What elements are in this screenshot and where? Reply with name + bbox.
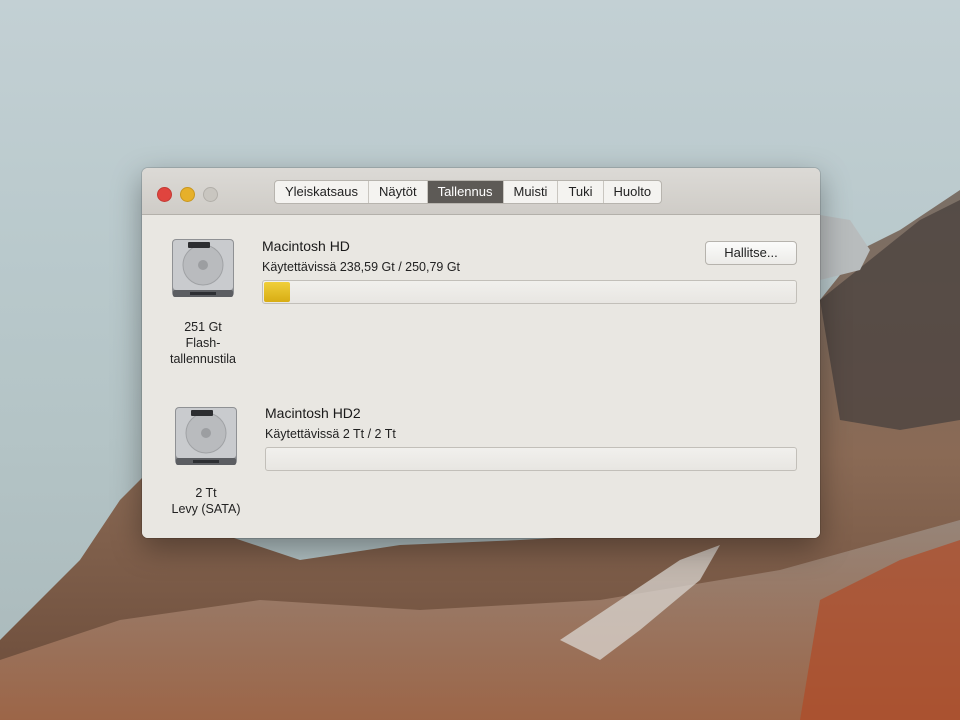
tab-bar: Yleiskatsaus Näytöt Tallennus Muisti Tuk… [274,180,663,204]
manage-button[interactable]: Hallitse... [705,241,797,265]
tab-memory[interactable]: Muisti [504,181,559,203]
tab-overview[interactable]: Yleiskatsaus [275,181,369,203]
storage-usage-bar [262,280,797,304]
drive-capacity-label: 251 Gt [184,320,222,334]
window-titlebar[interactable]: Yleiskatsaus Näytöt Tallennus Muisti Tuk… [142,168,820,215]
tab-displays[interactable]: Näytöt [369,181,428,203]
tab-storage[interactable]: Tallennus [427,181,504,203]
storage-used-segment [264,282,291,302]
about-this-mac-window: Yleiskatsaus Näytöt Tallennus Muisti Tuk… [142,168,820,538]
tab-support[interactable]: Tuki [558,181,604,203]
storage-pane: 251 Gt Flash- tallennustila Macintosh HD… [142,215,820,538]
zoom-button[interactable] [203,187,218,202]
minimize-button[interactable] [180,187,195,202]
drive-capacity-label: 2 Tt [195,486,217,500]
drive-type-label: Flash- [185,336,221,350]
volume-available: Käytettävissä 238,59 Gt / 250,79 Gt [262,260,461,274]
volume-name: Macintosh HD [262,238,350,254]
drive-type-label-cont: tallennustila [169,352,236,366]
drive-type-label: Levy (SATA) [171,502,241,516]
internal-drive-icon [175,407,237,465]
volume-available: Käytettävissä 2 Tt / 2 Tt [265,427,396,441]
close-button[interactable] [157,187,172,202]
storage-usage-bar [265,447,797,471]
tab-service[interactable]: Huolto [604,181,662,203]
volume-name: Macintosh HD2 [265,405,361,421]
internal-drive-icon [172,239,234,297]
